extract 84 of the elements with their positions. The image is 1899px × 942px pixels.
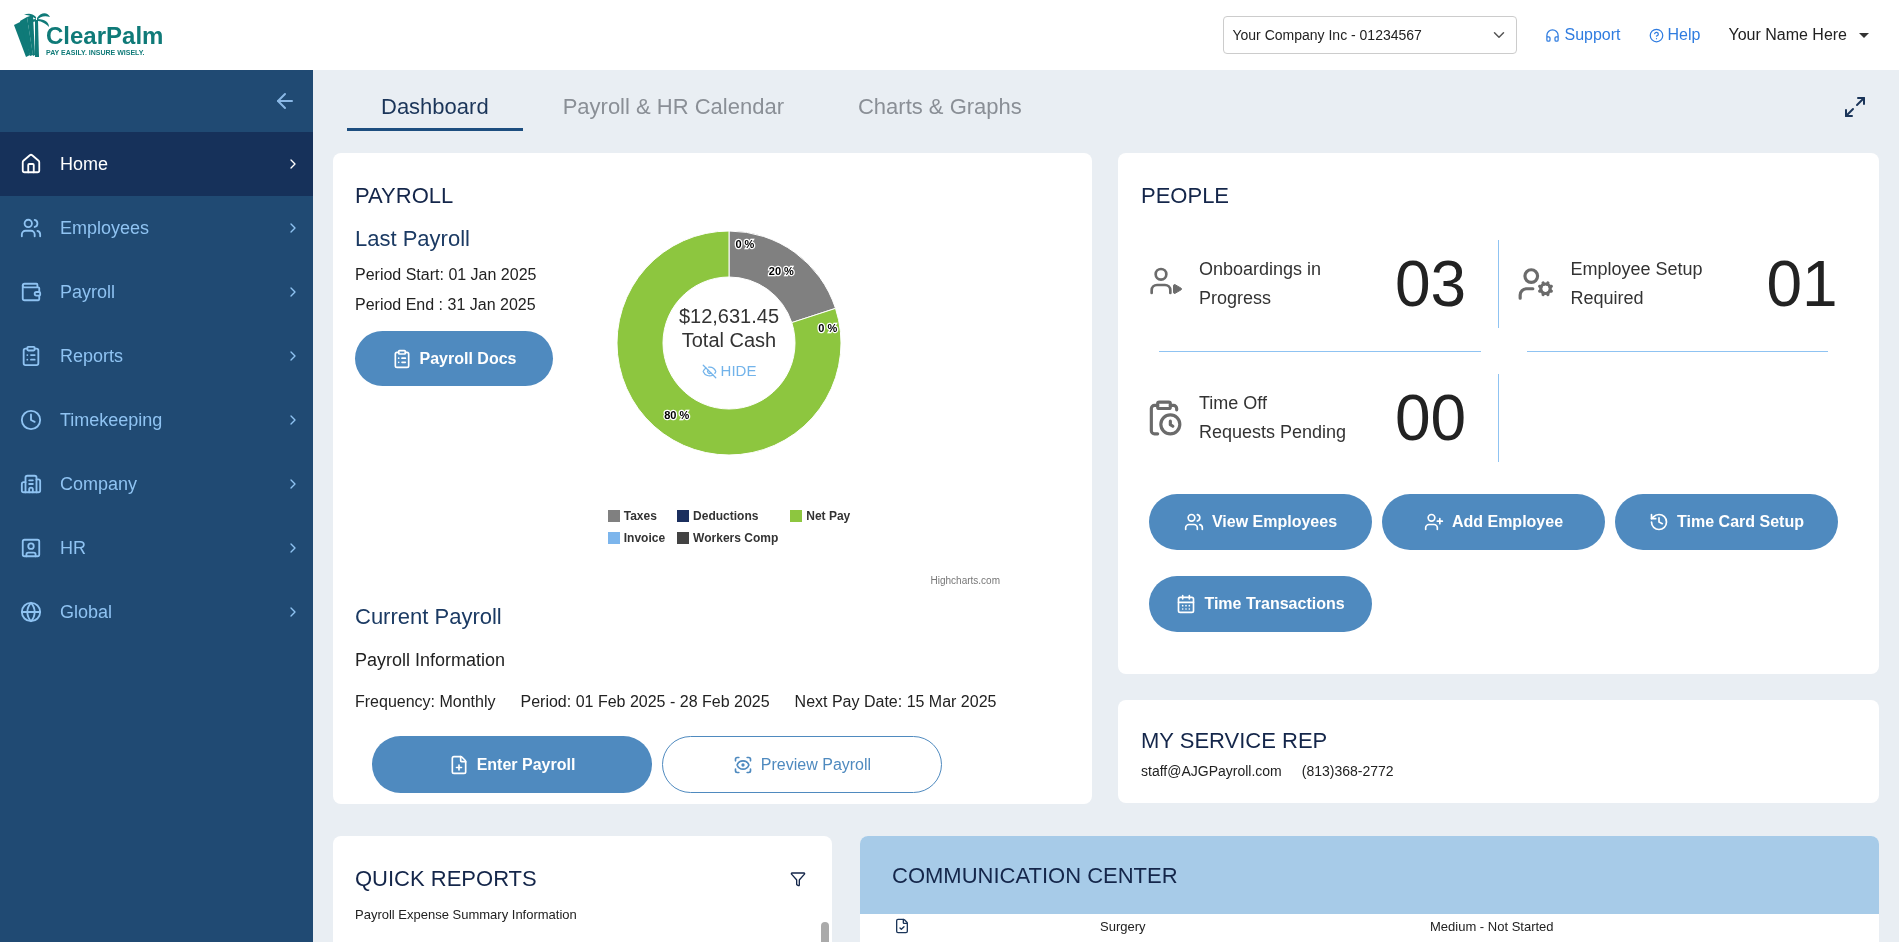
expand-icon[interactable] (1843, 95, 1867, 119)
sidebar-item[interactable]: Company (0, 452, 313, 516)
section-heading: Current Payroll (355, 603, 503, 631)
help-icon (1648, 27, 1664, 43)
legend-swatch (790, 510, 803, 522)
payroll-action-button[interactable]: Enter Payroll (372, 736, 652, 793)
rep-phone: (813)368-2772 (1301, 762, 1394, 781)
sidebar-item[interactable]: Global (0, 580, 313, 644)
sidebar-item[interactable]: Employees (0, 196, 313, 260)
action-button[interactable]: Time Transactions (1149, 576, 1372, 632)
legend-label[interactable]: Taxes (623, 507, 657, 525)
eye-scan-icon (732, 754, 753, 775)
building-icon (20, 473, 42, 495)
period-text: Period: 01 Feb 2025 - 28 Feb 2025 (520, 692, 770, 712)
table-cell: Medium - Not Started (1430, 918, 1554, 934)
card-title: MY SERVICE REP (1141, 727, 1329, 755)
globe-icon (20, 601, 42, 623)
history-icon (1649, 512, 1670, 532)
stat-count: 01 (1766, 252, 1839, 316)
subheading: Payroll Information (355, 649, 507, 672)
card-title: QUICK REPORTS (355, 865, 537, 893)
action-button[interactable]: Time Card Setup (1615, 494, 1838, 550)
card-title: PEOPLE (1141, 182, 1231, 210)
tab[interactable]: Dashboard (347, 85, 523, 131)
sidebar-item[interactable]: Payroll (0, 260, 313, 324)
legend-label[interactable]: Workers Comp (693, 529, 779, 547)
filter-icon[interactable] (790, 870, 806, 887)
period-start: Period Start: 01 Jan 2025 (355, 265, 538, 285)
slice-label: 0 % (735, 238, 755, 251)
total-cash-amount: $12,631.45 (678, 303, 780, 328)
action-button[interactable]: View Employees (1149, 494, 1372, 550)
eye-off-icon (701, 363, 717, 379)
period-end: Period End : 31 Jan 2025 (355, 295, 537, 315)
calendar-icon (1176, 594, 1197, 614)
sidebar-item[interactable]: Reports (0, 324, 313, 388)
legend-label[interactable]: Net Pay (806, 507, 851, 525)
logo-wordmark: ClearPalm (46, 24, 164, 48)
tab[interactable]: Payroll & HR Calendar (528, 85, 818, 131)
tab[interactable]: Charts & Graphs (823, 85, 1056, 131)
company-select[interactable]: Your Company Inc - 01234567 (1223, 16, 1518, 54)
stat-label: Onboardings in Progress (1199, 258, 1323, 310)
stat-count: 03 (1395, 252, 1468, 316)
frequency-text: Frequency: Monthly (355, 692, 496, 712)
user-plus-icon (1423, 512, 1444, 532)
rep-email: staff@AJGPayroll.com (1141, 762, 1282, 781)
sidebar-item[interactable]: Home (0, 132, 313, 196)
sidebar-item[interactable]: Timekeeping (0, 388, 313, 452)
slice-label: 0 % (818, 321, 838, 334)
chart-credit: Highcharts.com (930, 574, 1000, 588)
legend-label[interactable]: Deductions (693, 507, 759, 525)
user-gear-icon (1516, 265, 1555, 303)
file-check-icon (894, 918, 910, 934)
id-card-icon (20, 537, 42, 559)
stat-label: Employee Setup Required (1570, 258, 1704, 310)
legend-swatch (677, 532, 690, 544)
users-icon (1183, 512, 1204, 532)
user-menu[interactable]: Your Name Here (1728, 23, 1869, 47)
payroll-docs-button[interactable]: Payroll Docs (355, 331, 553, 386)
wallet-icon (20, 281, 42, 303)
users-icon (20, 217, 42, 239)
sidebar-item[interactable]: HR (0, 516, 313, 580)
legend-swatch (607, 532, 620, 544)
section-heading: Last Payroll (355, 225, 471, 253)
report-link[interactable]: Payroll Expense Summary Information (355, 907, 826, 922)
header-link[interactable]: Support (1545, 23, 1621, 47)
stat-label: Time Off Requests Pending (1199, 392, 1348, 444)
clipboard-icon (20, 345, 42, 367)
table-cell-text: Surgery (1100, 918, 1147, 934)
action-button[interactable]: Add Employee (1382, 494, 1605, 550)
home-icon (20, 153, 42, 175)
header-link[interactable]: Help (1648, 23, 1701, 47)
total-cash-label: Total Cash (681, 327, 777, 352)
next-pay-date-text: Next Pay Date: 15 Mar 2025 (794, 692, 997, 712)
legend-label[interactable]: Invoice (623, 529, 666, 547)
stat-count: 00 (1395, 386, 1468, 450)
card-title: COMMUNICATION CENTER (892, 861, 1178, 890)
clock-icon (20, 409, 42, 431)
legend-swatch (677, 510, 690, 522)
headphones-icon (1545, 27, 1561, 43)
card-title: PAYROLL (355, 182, 455, 210)
payroll-action-button[interactable]: Preview Payroll (662, 736, 942, 793)
legend-swatch (607, 510, 620, 522)
slice-label: 80 % (664, 409, 690, 421)
caret-icon (1859, 32, 1869, 38)
